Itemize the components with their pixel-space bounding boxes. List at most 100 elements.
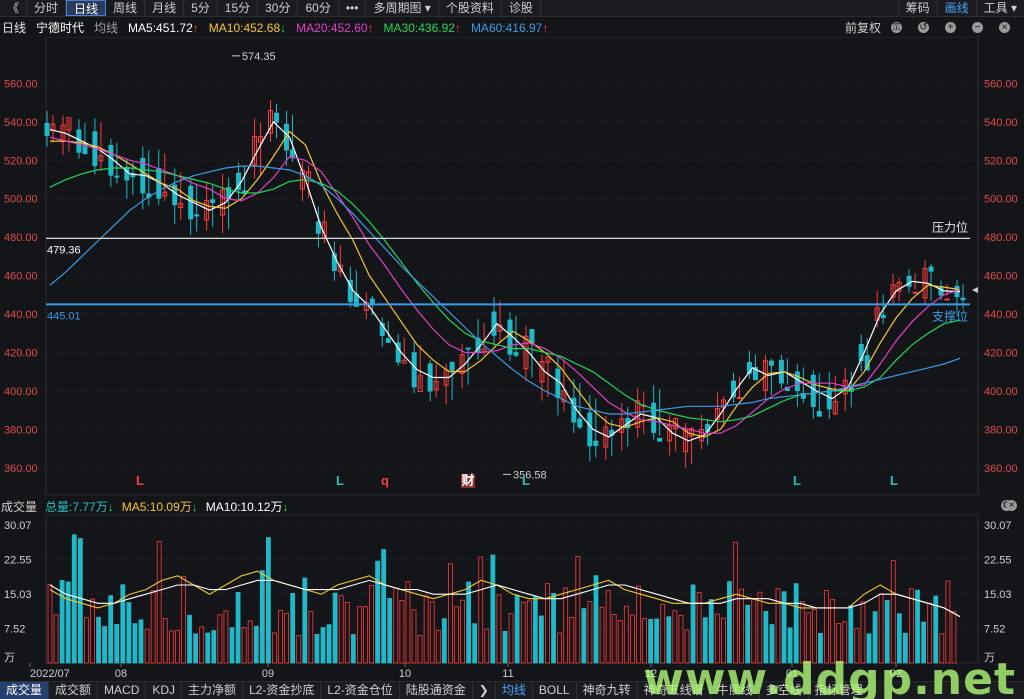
candle (76, 129, 82, 153)
volume-bar (399, 600, 405, 664)
zoom-in-icon[interactable]: + (945, 22, 956, 33)
indicator-tab-4[interactable]: 主力净额 (182, 682, 244, 699)
volume-bar (502, 631, 508, 664)
zoom-out-icon[interactable]: − (972, 22, 983, 33)
indicator-tab-5[interactable]: L2-资金抄底 (243, 682, 322, 699)
volume-bar (769, 624, 775, 664)
volume-bar (447, 563, 453, 664)
indicator-type[interactable]: 均线 (94, 19, 118, 36)
volume-bar (84, 617, 89, 664)
volume-bar (326, 624, 332, 664)
signal-marker[interactable]: L (890, 473, 898, 488)
period-tabs: 《分时 日线 周线 月线 5分 15分 30分 60分 ••• 多周期图 ▾ 个股资料 诊股 (0, 0, 541, 16)
indicator-tab-11[interactable]: 神奇九转 (577, 682, 638, 699)
indicator-tab-3[interactable]: KDJ (146, 682, 183, 699)
volume-ma10-line (49, 579, 961, 618)
volume-bar (678, 614, 684, 664)
indicator-tabs: 成交量 成交额 MACD KDJ 主力净额 L2-资金抄底 L2-资金仓位 陆股通资金 ❯ 均线 B… (0, 681, 1024, 699)
tool-button-2[interactable]: 工具 ▾ (975, 0, 1024, 16)
price-label-right: 400.00 (984, 386, 1018, 398)
indicator-tab-0[interactable]: 成交量 (0, 682, 50, 699)
signal-marker[interactable]: L (336, 473, 344, 488)
volume-bar (636, 585, 641, 664)
period-tab-5[interactable]: 5分 (184, 0, 218, 16)
volume-bar (654, 618, 660, 664)
volume-bar (545, 583, 550, 664)
period-tab-2[interactable]: 日线 (66, 0, 107, 16)
volume-label-right: 7.52 (984, 623, 1005, 635)
price-label-right: 540.00 (984, 117, 1018, 129)
volume-bar (733, 541, 738, 664)
ma-line-ma20 (49, 136, 961, 434)
volume-bar (296, 635, 302, 664)
indicator-tab-12[interactable]: 神奇五线谱 (638, 682, 711, 699)
period-tab-9[interactable]: ••• (339, 0, 367, 16)
indicator-tab-6[interactable]: L2-资金仓位 (321, 682, 400, 699)
volume-bar (909, 588, 914, 664)
adjust-mode[interactable]: 前复权 (845, 19, 881, 36)
period-tab-3[interactable]: 周线 (106, 0, 146, 16)
tool-button-1[interactable]: 画线 (936, 0, 976, 16)
volume-bar (836, 623, 842, 664)
volume-bar (381, 549, 387, 664)
indicator-tab-15[interactable]: 指标管理 (809, 682, 870, 699)
volume-bar (702, 617, 708, 664)
support-value-label: 445.01 (47, 310, 81, 322)
toolbar-tools: 筹码 画线 工具 ▾ (897, 0, 1024, 16)
period-toolbar: 《分时 日线 周线 月线 5分 15分 30分 60分 ••• 多周期图 ▾ 个股资料 诊股 筹码 画线… (0, 0, 1024, 17)
period-tab-11[interactable]: 个股资料 (439, 0, 502, 16)
close-icon[interactable]: × (999, 22, 1010, 33)
period-tab-8[interactable]: 60分 (298, 0, 339, 16)
signal-marker[interactable]: L (136, 473, 144, 488)
undo-icon[interactable]: ↺ (918, 22, 929, 33)
volume-bar (114, 624, 120, 664)
volume-bar (684, 629, 690, 664)
volume-bar (96, 616, 101, 664)
volume-label-right: 30.07 (984, 520, 1012, 532)
period-tab-10[interactable]: 多周期图 ▾ (366, 0, 439, 16)
indicator-tab-9[interactable]: 均线 (496, 682, 533, 699)
volume-bar (575, 556, 581, 664)
indicator-tab-1[interactable]: 成交额 (49, 682, 99, 699)
signal-marker[interactable]: L (522, 473, 530, 488)
candle (188, 185, 194, 220)
indicator-tab-8[interactable]: ❯ (473, 682, 496, 699)
volume-chart[interactable]: 30.07 30.07 22.55 22.55 15.03 15.03 7.52 7.52 万 万… (0, 497, 1024, 681)
volume-bar (630, 614, 635, 664)
volume-bar (775, 588, 781, 664)
volume-bar (284, 612, 290, 664)
volume-label-right: 15.03 (984, 589, 1012, 601)
period-tab-0[interactable]: 《 (0, 0, 28, 16)
tool-button-0[interactable]: 筹码 (897, 0, 937, 16)
indicator-tab-14[interactable]: 多空线 (760, 682, 809, 699)
period-tab-4[interactable]: 月线 (145, 0, 185, 16)
price-label-right: 520.00 (984, 155, 1018, 167)
volume-bar (308, 611, 314, 664)
period-tab-7[interactable]: 30分 (258, 0, 299, 16)
candle (768, 360, 774, 366)
period-tab-12[interactable]: 诊股 (502, 0, 541, 16)
stock-name[interactable]: 宁德时代 (36, 19, 84, 36)
indicator-tab-13[interactable]: 牛熊线 (711, 682, 760, 699)
volume-bar (199, 626, 205, 664)
x-axis-label: 11 (502, 668, 513, 680)
indicator-tab-7[interactable]: 陆股通资金 (400, 682, 473, 699)
volume-bar (205, 632, 211, 664)
signal-marker[interactable]: L (793, 473, 801, 488)
candlestick-chart[interactable]: 560.00 560.00 540.00 540.00 520.00 520.00 500.… (0, 37, 1024, 497)
signal-marker[interactable]: 财 (461, 473, 474, 488)
period-tab-1[interactable]: 分时 (27, 0, 67, 16)
lock-icon[interactable]: ⚿ (891, 22, 902, 33)
volume-bar (168, 630, 174, 664)
volume-bar (417, 634, 423, 664)
indicator-tab-2[interactable]: MACD (98, 682, 147, 699)
volume-bar (253, 625, 259, 664)
volume-bar (90, 598, 95, 664)
candle (906, 275, 912, 287)
period-tab-6[interactable]: 15分 (218, 0, 259, 16)
resistance-label: 压力位 (932, 219, 968, 234)
volume-bar (666, 616, 672, 664)
signal-marker[interactable]: q (381, 473, 389, 488)
indicator-tab-10[interactable]: BOLL (533, 682, 577, 699)
candle (555, 368, 561, 398)
